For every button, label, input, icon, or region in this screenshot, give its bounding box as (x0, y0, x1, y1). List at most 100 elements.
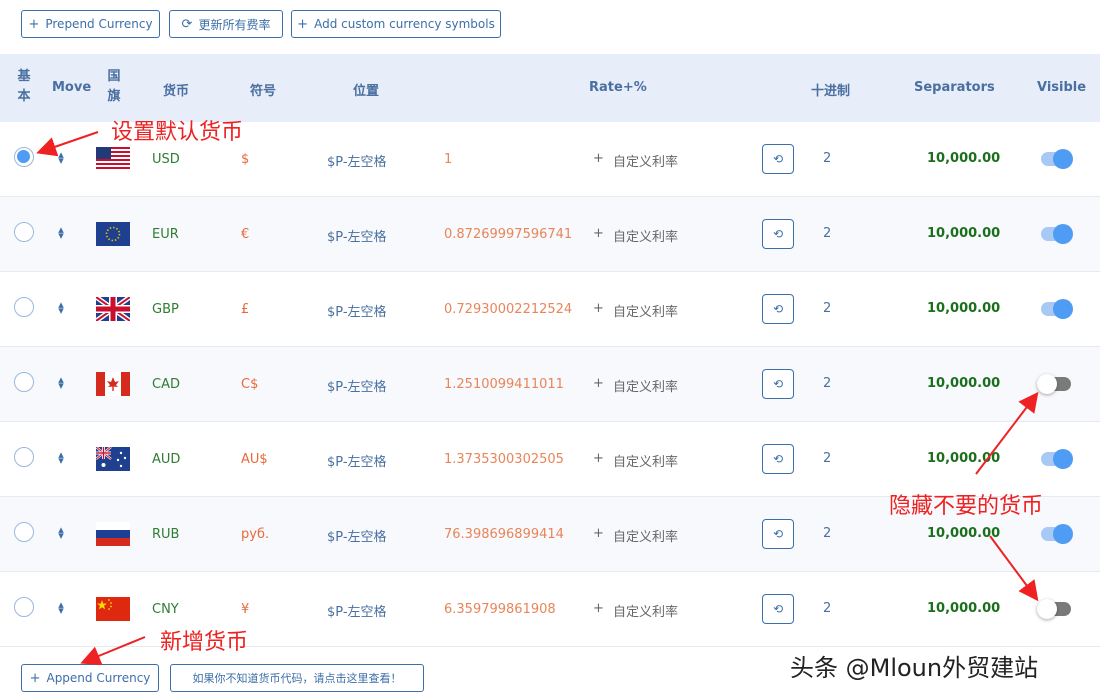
decimals-value[interactable]: 2 (823, 151, 831, 166)
custom-rate-field[interactable]: 自定义利率 (613, 151, 678, 170)
currency-symbol[interactable]: ¥ (241, 602, 249, 617)
decimals-value[interactable]: 2 (823, 301, 831, 316)
symbol-position[interactable]: $P-左空格 (327, 151, 387, 170)
header-basic-char-1: 基 (17, 69, 31, 84)
symbol-position[interactable]: $P-左空格 (327, 526, 387, 545)
separators-value[interactable]: 10,000.00 (927, 226, 1000, 241)
custom-rate-field[interactable]: 自定义利率 (613, 451, 678, 470)
link-icon: ⟲ (772, 527, 784, 541)
custom-rate-field[interactable]: 自定义利率 (613, 301, 678, 320)
default-currency-radio[interactable] (14, 597, 34, 617)
exchange-rate[interactable]: 0.72930002212524 (444, 302, 572, 317)
default-currency-radio[interactable] (14, 222, 34, 242)
fetch-rate-button[interactable]: ⟲ (762, 519, 794, 549)
exchange-rate[interactable]: 1.3735300302505 (444, 452, 564, 467)
default-currency-radio[interactable] (14, 147, 34, 167)
currency-symbol[interactable]: $ (241, 152, 249, 167)
move-handle-icon[interactable]: ▴ ▾ (56, 149, 66, 166)
currency-code: USD (152, 152, 180, 167)
symbol-position[interactable]: $P-左空格 (327, 376, 387, 395)
visible-toggle[interactable] (1041, 224, 1073, 244)
toggle-knob (1053, 449, 1073, 469)
visible-toggle[interactable] (1041, 524, 1073, 544)
prepend-currency-button[interactable]: + Prepend Currency (21, 10, 160, 38)
custom-rate-field[interactable]: 自定义利率 (613, 376, 678, 395)
move-handle-icon[interactable]: ▴ ▾ (56, 524, 66, 541)
move-handle-icon[interactable]: ▴ ▾ (56, 449, 66, 466)
decimals-value[interactable]: 2 (823, 376, 831, 391)
uk-flag-icon (96, 297, 130, 321)
currency-code: CNY (152, 602, 179, 617)
plus-sign: + (593, 451, 604, 466)
toggle-knob (1053, 524, 1073, 544)
fetch-rate-button[interactable]: ⟲ (762, 369, 794, 399)
currency-code-help-link[interactable]: 如果你不知道货币代码，请点击这里查看！ (170, 664, 424, 692)
default-currency-radio[interactable] (14, 447, 34, 467)
move-handle-icon[interactable]: ▴ ▾ (56, 299, 66, 316)
plus-sign: + (593, 526, 604, 541)
plus-icon: + (297, 16, 309, 32)
plus-sign: + (593, 601, 604, 616)
exchange-rate[interactable]: 76.398696899414 (444, 527, 564, 542)
table-row: ▴ ▾ GBP £ $P-左空格 0.72930002212524 + 自定义利率… (0, 272, 1100, 347)
exchange-rate[interactable]: 0.87269997596741 (444, 227, 572, 242)
header-position: 位置 (353, 84, 380, 99)
currency-symbol[interactable]: AU$ (241, 452, 268, 467)
symbol-position[interactable]: $P-左空格 (327, 601, 387, 620)
currency-symbol[interactable]: руб. (241, 527, 269, 542)
update-all-rates-button[interactable]: ⟳ 更新所有费率 (169, 10, 283, 38)
plus-sign: + (593, 151, 604, 166)
fetch-rate-button[interactable]: ⟲ (762, 444, 794, 474)
update-all-rates-label: 更新所有费率 (198, 17, 271, 32)
decimals-value[interactable]: 2 (823, 226, 831, 241)
separators-value[interactable]: 10,000.00 (927, 151, 1000, 166)
table-row: ▴ ▾ AUD AU$ $P-左空格 1.3735300302505 + 自定义利… (0, 422, 1100, 497)
link-icon: ⟲ (772, 377, 784, 391)
decimals-value[interactable]: 2 (823, 451, 831, 466)
custom-rate-field[interactable]: 自定义利率 (613, 226, 678, 245)
default-currency-radio[interactable] (14, 297, 34, 317)
exchange-rate[interactable]: 1 (444, 152, 452, 167)
currency-code: AUD (152, 452, 181, 467)
move-handle-icon[interactable]: ▴ ▾ (56, 224, 66, 241)
default-currency-radio[interactable] (14, 372, 34, 392)
currency-code: EUR (152, 227, 179, 242)
currency-symbol[interactable]: C$ (241, 377, 258, 392)
move-handle-icon[interactable]: ▴ ▾ (56, 599, 66, 616)
link-icon: ⟲ (772, 452, 784, 466)
fetch-rate-button[interactable]: ⟲ (762, 594, 794, 624)
append-currency-button[interactable]: + Append Currency (21, 664, 159, 692)
decimals-value[interactable]: 2 (823, 601, 831, 616)
separators-value[interactable]: 10,000.00 (927, 526, 1000, 541)
symbol-position[interactable]: $P-左空格 (327, 451, 387, 470)
au-flag-icon (96, 447, 130, 471)
exchange-rate[interactable]: 6.359799861908 (444, 602, 556, 617)
link-icon: ⟲ (772, 227, 784, 241)
toggle-knob (1053, 149, 1073, 169)
exchange-rate[interactable]: 1.2510099411011 (444, 377, 564, 392)
decimals-value[interactable]: 2 (823, 526, 831, 541)
custom-rate-field[interactable]: 自定义利率 (613, 526, 678, 545)
separators-value[interactable]: 10,000.00 (927, 601, 1000, 616)
visible-toggle[interactable] (1041, 149, 1073, 169)
visible-toggle[interactable] (1041, 299, 1073, 319)
default-currency-radio[interactable] (14, 522, 34, 542)
separators-value[interactable]: 10,000.00 (927, 301, 1000, 316)
move-handle-icon[interactable]: ▴ ▾ (56, 374, 66, 391)
visible-toggle[interactable] (1041, 449, 1073, 469)
prepend-currency-label: Prepend Currency (45, 17, 153, 31)
symbol-position[interactable]: $P-左空格 (327, 301, 387, 320)
currency-symbol[interactable]: € (241, 227, 249, 242)
separators-value[interactable]: 10,000.00 (927, 451, 1000, 466)
fetch-rate-button[interactable]: ⟲ (762, 219, 794, 249)
symbol-position[interactable]: $P-左空格 (327, 226, 387, 245)
add-custom-symbols-button[interactable]: + Add custom currency symbols (291, 10, 501, 38)
ru-flag-icon (96, 522, 130, 546)
custom-rate-field[interactable]: 自定义利率 (613, 601, 678, 620)
currency-symbol[interactable]: £ (241, 302, 249, 317)
fetch-rate-button[interactable]: ⟲ (762, 144, 794, 174)
separators-value[interactable]: 10,000.00 (927, 376, 1000, 391)
visible-toggle[interactable] (1037, 374, 1071, 394)
fetch-rate-button[interactable]: ⟲ (762, 294, 794, 324)
visible-toggle[interactable] (1037, 599, 1071, 619)
